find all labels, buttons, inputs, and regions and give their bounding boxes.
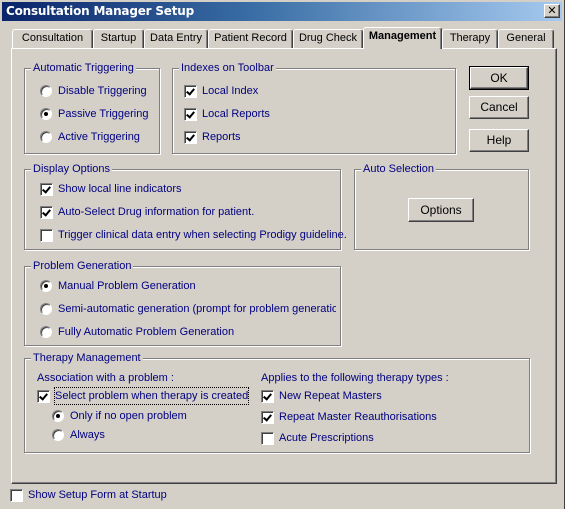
tab-drug-check[interactable]: Drug Check [293,29,363,48]
checkbox[interactable] [184,131,197,144]
radio-button[interactable] [52,429,64,441]
therapy-management-group: Therapy Management Association with a pr… [24,351,530,453]
tab-patient-record[interactable]: Patient Record [208,29,293,48]
ok-button[interactable]: OK [469,66,529,90]
checkbox[interactable] [261,411,274,424]
tab-management[interactable]: Management [363,27,442,49]
problem-generation-group: Problem Generation Manual Problem Genera… [24,259,341,346]
association-label: Association with a problem : [37,372,174,384]
checkbox[interactable] [184,108,197,121]
title-bar[interactable]: Consultation Manager Setup ✕ [2,2,562,21]
radio-button[interactable] [40,303,52,315]
problem-generation-title: Problem Generation [31,259,134,273]
radio-button[interactable] [40,108,52,120]
indexes-on-toolbar-title: Indexes on Toolbar [179,61,276,75]
auto-selection-group: Auto Selection Options [354,162,529,250]
tab-startup[interactable]: Startup [93,29,144,48]
radio-button[interactable] [40,131,52,143]
checkbox[interactable] [10,489,23,502]
options-button[interactable]: Options [408,198,474,222]
radio-button[interactable] [40,280,52,292]
radio-button[interactable] [40,85,52,97]
help-button[interactable]: Help [469,129,529,152]
setup-dialog: Consultation Manager Setup ✕ Consultatio… [0,0,565,509]
radio-semi-automatic-generation[interactable]: Semi-automatic generation (prompt for pr… [40,301,336,317]
checkbox[interactable] [40,229,53,242]
auto-selection-title: Auto Selection [361,162,436,176]
radio-button[interactable] [40,326,52,338]
tab-consultation[interactable]: Consultation [12,29,93,48]
cancel-button[interactable]: Cancel [469,96,529,119]
automatic-triggering-title: Automatic Triggering [31,61,136,75]
display-options-title: Display Options [31,162,113,176]
display-options-group: Display Options Show local line indicato… [24,162,347,250]
checkbox[interactable] [37,390,50,403]
tab-general[interactable]: General [498,29,554,48]
indexes-on-toolbar-group: Indexes on Toolbar Local Index Local Rep… [172,61,456,154]
tab-therapy[interactable]: Therapy [442,29,498,48]
checkbox[interactable] [40,183,53,196]
checkbox[interactable] [184,85,197,98]
close-button[interactable]: ✕ [544,4,560,18]
checkbox[interactable] [40,206,53,219]
radio-button[interactable] [52,410,64,422]
automatic-triggering-group: Automatic Triggering Disable Triggering … [24,61,160,154]
therapy-management-title: Therapy Management [31,351,143,365]
close-x-icon: ✕ [547,4,557,17]
applies-label: Applies to the following therapy types : [261,372,449,384]
window-title: Consultation Manager Setup [6,4,194,18]
checkbox[interactable] [261,432,274,445]
checkbox[interactable] [261,390,274,403]
tab-data-entry[interactable]: Data Entry [144,29,208,48]
